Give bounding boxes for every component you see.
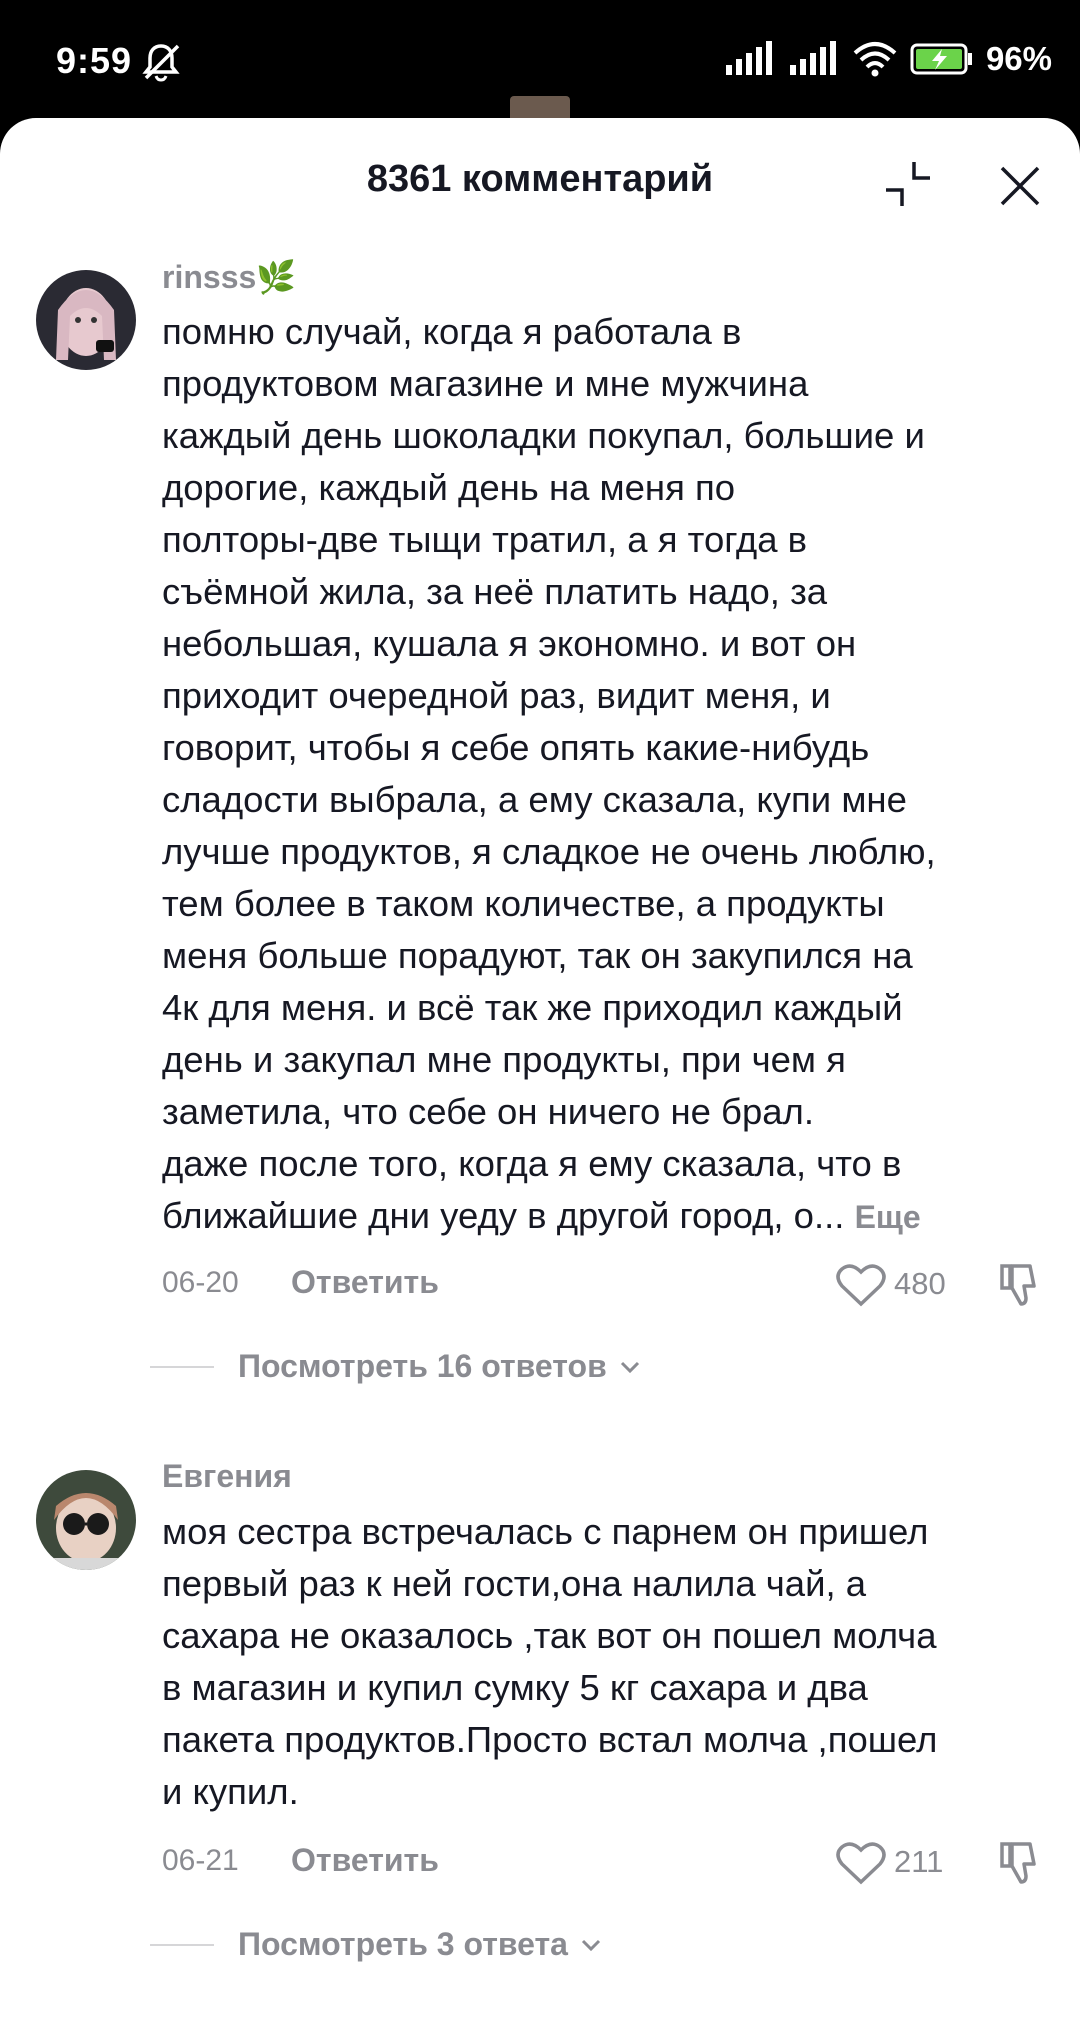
more-link[interactable]: Еще	[855, 1199, 921, 1235]
divider	[150, 1365, 214, 1368]
battery-charging-icon	[910, 43, 972, 75]
close-icon[interactable]	[994, 160, 1046, 212]
status-time: 9:59	[56, 40, 133, 81]
reply-button[interactable]: Ответить	[291, 1842, 439, 1879]
battery-percent: 96%	[985, 40, 1052, 77]
comment-username[interactable]: Евгения	[162, 1458, 292, 1495]
avatar[interactable]	[36, 270, 136, 370]
status-indicators: 96%	[724, 40, 1052, 78]
chevron-down-icon	[581, 1939, 601, 1951]
comment-body: помню случай, когда я работала в продукт…	[162, 311, 936, 1236]
dislike-icon[interactable]	[996, 1260, 1044, 1308]
signal-icon	[725, 41, 772, 75]
dislike-icon[interactable]	[996, 1838, 1044, 1886]
view-replies-label: Посмотреть 3 ответа	[238, 1926, 568, 1962]
comment-text: моя сестра встречалась с парнем он прише…	[162, 1511, 938, 1812]
collapse-icon[interactable]	[880, 156, 936, 212]
heart-icon[interactable]	[836, 1262, 886, 1308]
comment-date: 06-20	[162, 1266, 239, 1299]
view-replies-button[interactable]: Посмотреть 16 ответов	[150, 1348, 643, 1385]
comment-date: 06-21	[162, 1844, 239, 1877]
signal-icon	[789, 41, 836, 75]
comment-username[interactable]: rinsss🌿	[162, 258, 296, 296]
heart-icon[interactable]	[836, 1840, 886, 1886]
like-count: 211	[894, 1844, 944, 1879]
view-replies-label: Посмотреть 16 ответов	[238, 1348, 607, 1384]
comment-text: помню случай, когда я работала в продукт…	[162, 306, 1062, 1243]
divider	[150, 1943, 214, 1946]
like-count: 480	[894, 1266, 946, 1301]
comments-sheet: 8361 комментарий rinsss🌿 помню случай, к…	[0, 118, 1080, 2017]
wifi-icon	[853, 42, 897, 77]
mute-bell-icon	[142, 44, 180, 82]
reply-button[interactable]: Ответить	[291, 1264, 439, 1301]
sheet-header: 8361 комментарий	[0, 118, 1080, 238]
view-replies-button[interactable]: Посмотреть 3 ответа	[150, 1926, 604, 1963]
chevron-down-icon	[620, 1361, 639, 1373]
avatar[interactable]	[36, 1470, 136, 1570]
